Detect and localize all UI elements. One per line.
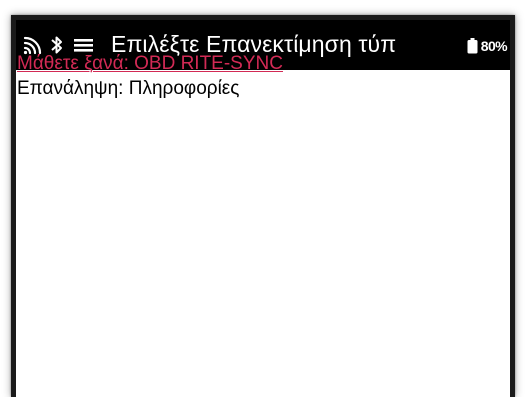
battery-indicator: 80% [467,37,508,55]
menu-list: Μάθετε ξανά: OBD RITE-SYNC Επανάληψη: Πλ… [17,51,283,101]
menu-item-relearn-obd[interactable]: Μάθετε ξανά: OBD RITE-SYNC [17,51,283,76]
battery-icon [467,38,478,54]
device-stage: Επιλέξτε Επανεκτίμηση τύπ 80% Μάθετε ξαν… [0,0,529,397]
menu-item-repeat-info[interactable]: Επανάληψη: Πληροφορίες [17,76,283,101]
battery-level: 80% [480,38,508,54]
